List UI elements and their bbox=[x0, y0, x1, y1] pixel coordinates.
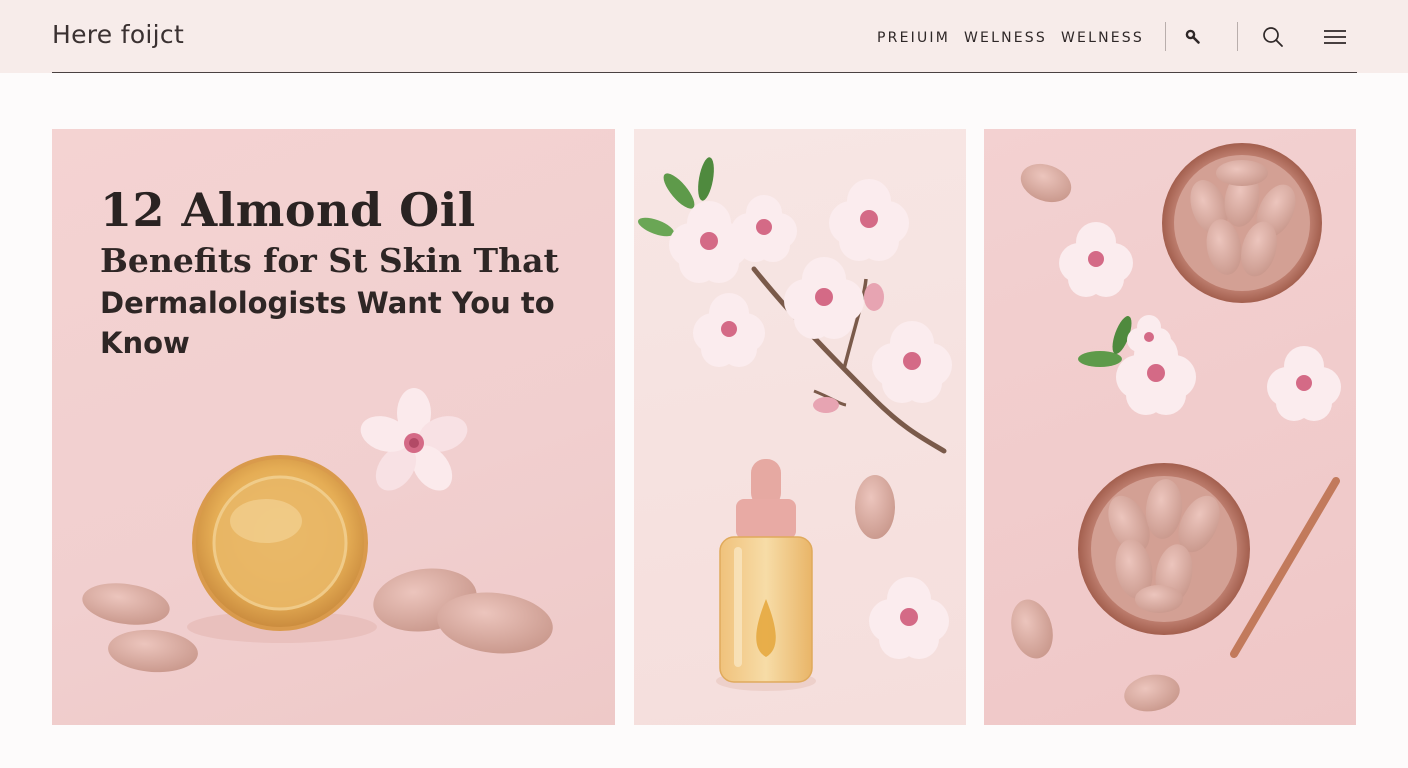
icon-divider bbox=[1237, 22, 1238, 51]
main-nav: PREIUIM WELNESS WELNESS bbox=[877, 27, 1144, 49]
headline-line-1: 12 Almond Oil bbox=[100, 183, 476, 237]
menu-icon[interactable] bbox=[1322, 24, 1348, 50]
nav-link-wellness[interactable]: WELNESS bbox=[964, 30, 1047, 46]
headline-line-4: Know bbox=[100, 326, 190, 360]
almond-bowls-photo bbox=[1011, 143, 1341, 712]
headline-line-2: Benefits for St Skin That bbox=[100, 241, 559, 280]
site-logo[interactable]: Here foijct bbox=[52, 20, 184, 49]
site-header: Here foijct PREIUIM WELNESS WELNESS bbox=[0, 0, 1408, 73]
hero-panel[interactable]: 12 Almond Oil Benefits for St Skin That … bbox=[52, 129, 615, 725]
search-icon[interactable] bbox=[1260, 24, 1286, 50]
blossom-dropper-photo bbox=[637, 157, 952, 691]
header-rule bbox=[52, 72, 1357, 73]
almond-bowls-panel[interactable] bbox=[984, 129, 1356, 725]
nav-link-premium[interactable]: PREIUIM bbox=[877, 30, 950, 46]
article-headline[interactable]: 12 Almond Oil Benefits for St Skin That … bbox=[100, 181, 570, 363]
blossom-bottle-panel[interactable] bbox=[634, 129, 966, 725]
headline-line-3: Dermalologists Want You to bbox=[100, 286, 555, 320]
nav-link-wellness-2[interactable]: WELNESS bbox=[1061, 30, 1144, 46]
tool-icon[interactable] bbox=[1180, 24, 1206, 50]
nav-divider bbox=[1165, 22, 1166, 51]
